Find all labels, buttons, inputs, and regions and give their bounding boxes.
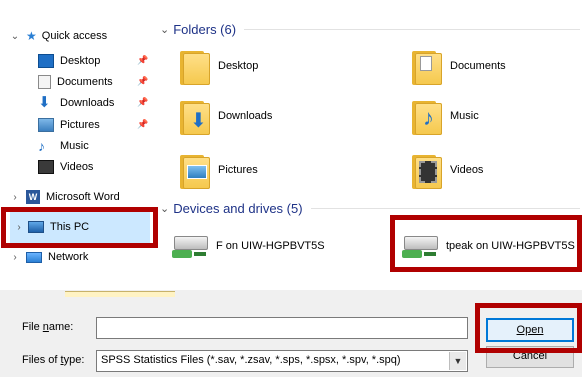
group-divider bbox=[310, 208, 580, 209]
film-icon bbox=[38, 160, 54, 174]
word-icon: W bbox=[26, 190, 40, 204]
nav-quick-access[interactable]: ⌄ ★ Quick access bbox=[10, 26, 107, 46]
nav-pictures[interactable]: Pictures bbox=[38, 115, 100, 135]
music-note-icon: ♪ bbox=[38, 138, 45, 154]
nav-label: Music bbox=[60, 140, 89, 152]
documents-icon bbox=[38, 75, 51, 89]
pictures-icon bbox=[38, 118, 54, 132]
folder-tile-music[interactable]: ♪ Music bbox=[412, 94, 479, 138]
desktop-icon bbox=[38, 54, 54, 68]
group-divider bbox=[244, 29, 580, 30]
folder-tile-documents[interactable]: Documents bbox=[412, 44, 506, 88]
folder-label: Music bbox=[450, 110, 479, 122]
folder-tile-downloads[interactable]: ⬇ Downloads bbox=[180, 94, 272, 138]
highlight-box-this-pc bbox=[1, 207, 158, 248]
download-arrow-icon: ⬇ bbox=[38, 94, 51, 111]
folder-tile-videos[interactable]: Videos bbox=[412, 148, 483, 192]
nav-videos[interactable]: Videos bbox=[38, 157, 93, 177]
pin-icon[interactable]: 📌 bbox=[137, 55, 148, 66]
nav-desktop[interactable]: Desktop bbox=[38, 51, 100, 71]
music-folder-icon: ♪ bbox=[412, 97, 442, 135]
nav-label: Pictures bbox=[60, 119, 100, 131]
chevron-down-icon[interactable]: ▼ bbox=[449, 352, 466, 370]
chevron-right-icon[interactable]: › bbox=[10, 252, 20, 263]
pin-icon[interactable]: 📌 bbox=[137, 76, 148, 87]
folder-tile-desktop[interactable]: Desktop bbox=[180, 44, 258, 88]
chevron-down-icon[interactable]: ⌄ bbox=[10, 31, 20, 42]
chevron-down-icon[interactable]: ⌄ bbox=[160, 23, 169, 36]
folder-label: Downloads bbox=[218, 110, 273, 122]
chevron-down-icon[interactable]: ⌄ bbox=[160, 202, 169, 215]
nav-label: Documents bbox=[57, 76, 113, 88]
videos-folder-icon bbox=[412, 151, 442, 189]
nav-label: Videos bbox=[60, 161, 94, 173]
group-title: Devices and drives (5) bbox=[173, 201, 303, 216]
nav-label: Desktop bbox=[60, 55, 101, 67]
chevron-right-icon[interactable]: › bbox=[10, 192, 20, 203]
highlight-box-open-button bbox=[475, 303, 582, 353]
folder-label: Videos bbox=[450, 164, 484, 176]
star-icon: ★ bbox=[26, 29, 37, 43]
pin-icon[interactable]: 📌 bbox=[137, 97, 148, 108]
nav-label: Network bbox=[48, 251, 89, 263]
folder-label: Pictures bbox=[218, 164, 258, 176]
network-icon bbox=[26, 251, 42, 263]
nav-microsoft-word[interactable]: › W Microsoft Word bbox=[10, 187, 120, 207]
files-of-type-select[interactable]: SPSS Statistics Files (*.sav, *.zsav, *.… bbox=[96, 350, 468, 372]
folder-label: Desktop bbox=[218, 60, 259, 72]
scrollbar-remnant bbox=[65, 291, 175, 297]
nav-label: Downloads bbox=[60, 97, 115, 109]
network-drive-icon bbox=[172, 232, 212, 260]
selected-file-type: SPSS Statistics Files (*.sav, *.zsav, *.… bbox=[101, 354, 401, 366]
pictures-folder-icon bbox=[180, 151, 210, 189]
nav-downloads[interactable]: ⬇ Downloads bbox=[38, 93, 114, 113]
drive-tile-f[interactable]: F on UIW-HGPBVT5S bbox=[172, 224, 325, 268]
file-name-input[interactable] bbox=[96, 317, 468, 339]
drive-label: F on UIW-HGPBVT5S bbox=[216, 240, 325, 252]
folder-icon bbox=[180, 47, 210, 85]
pin-icon[interactable]: 📌 bbox=[137, 119, 148, 130]
downloads-folder-icon: ⬇ bbox=[180, 97, 210, 135]
nav-network[interactable]: › Network bbox=[10, 247, 88, 267]
folder-label: Documents bbox=[450, 60, 506, 72]
highlight-box-tpeak-drive bbox=[390, 215, 582, 272]
files-of-type-label: Files of type: bbox=[22, 354, 85, 366]
nav-documents[interactable]: Documents bbox=[38, 72, 113, 92]
nav-label: Microsoft Word bbox=[46, 191, 120, 203]
folder-tile-pictures[interactable]: Pictures bbox=[180, 148, 258, 192]
group-title: Folders (6) bbox=[173, 22, 237, 37]
file-name-label: File name: bbox=[22, 321, 74, 333]
nav-label: Quick access bbox=[41, 30, 108, 42]
nav-music[interactable]: ♪ Music bbox=[38, 136, 89, 156]
documents-folder-icon bbox=[412, 47, 442, 85]
folders-group-header[interactable]: ⌄ Folders (6) bbox=[160, 22, 580, 37]
devices-group-header[interactable]: ⌄ Devices and drives (5) bbox=[160, 201, 580, 216]
